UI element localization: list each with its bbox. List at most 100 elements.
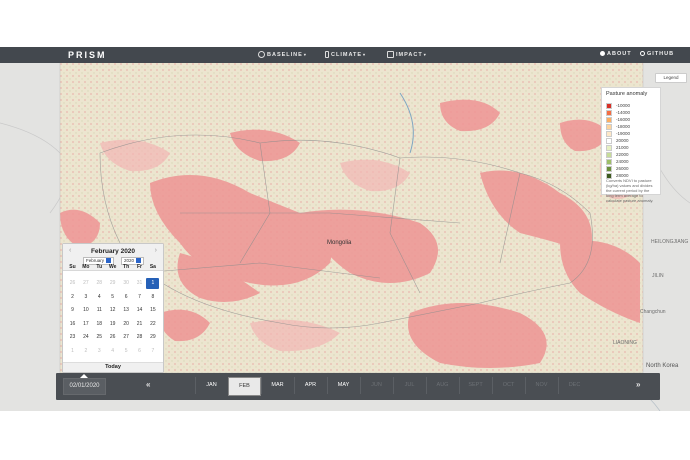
calendar-day[interactable]: 7 [133,292,146,303]
legend-swatch [606,151,612,158]
timeline-month-sept[interactable]: SEPT [459,377,491,394]
calendar-day[interactable]: 2 [79,346,92,357]
calendar-day[interactable]: 23 [66,332,79,343]
about-link[interactable]: ABOUT [600,51,632,57]
legend-item-label: -18000 [616,124,631,129]
calendar-day[interactable]: 8 [146,292,159,303]
map-label-heilongjiang: HEILONGJIANG [651,239,689,245]
calendar-day[interactable]: 27 [79,278,92,289]
timeline-month-mar[interactable]: MAR [261,377,293,394]
calendar-day[interactable]: 24 [79,332,92,343]
calendar-day[interactable]: 1 [66,346,79,357]
legend-title: Pasture anomaly [606,91,648,97]
calendar-day[interactable]: 21 [133,319,146,330]
calendar-day[interactable]: 4 [93,292,106,303]
timeline-next-button[interactable]: » [636,380,640,389]
timeline-month-dec[interactable]: DEC [558,377,590,394]
calendar-day[interactable]: 14 [133,305,146,316]
calendar-day[interactable]: 9 [66,305,79,316]
github-label: GITHUB [647,51,675,57]
map-label-jilin: JILIN [652,273,664,279]
next-month-button[interactable]: › [155,247,157,254]
spinner-icon [136,258,142,264]
chevron-down-icon: ▾ [303,51,307,57]
calendar-day[interactable]: 11 [93,305,106,316]
legend-item: -16000 [606,116,630,123]
map-label-changchun: Changchun [640,309,666,315]
legend-item-label: -16000 [616,117,631,122]
legend-toggle-label: Legend [663,75,679,80]
impact-icon [387,51,394,58]
baseline-menu[interactable]: BASELINE▾ [258,51,307,58]
date-input[interactable]: 02/01/2020 [63,374,106,395]
legend-item: 22000 [606,151,630,158]
legend-item-label: 24000 [616,159,629,164]
calendar-day[interactable]: 26 [106,332,119,343]
map-label-mongolia: Mongolia [327,240,352,246]
calendar-day[interactable]: 28 [133,332,146,343]
legend-toggle-button[interactable]: Legend [655,73,687,83]
timeline-month-jul[interactable]: JUL [393,377,425,394]
timeline-month-apr[interactable]: APR [294,377,326,394]
brand-logo[interactable]: PRISM [68,50,107,60]
calendar-day[interactable]: 10 [79,305,92,316]
calendar-day[interactable]: 28 [93,278,106,289]
github-icon [640,51,645,57]
calendar-day[interactable]: 2 [66,292,79,303]
map-label-north-korea: North Korea [646,363,679,369]
timeline-month-feb[interactable]: FEB [228,377,261,396]
calendar-day[interactable]: 13 [120,305,133,316]
baseline-menu-label: BASELINE [267,51,303,58]
calendar-day[interactable]: 5 [106,292,119,303]
timeline-month-may[interactable]: MAY [327,377,359,394]
timeline-prev-button[interactable]: « [146,380,150,389]
timeline-month-aug[interactable]: AUG [426,377,458,394]
weekday-label: We [108,264,117,270]
legend-item-label: 26000 [616,166,629,171]
info-icon [600,51,605,57]
calendar-day[interactable]: 26 [66,278,79,289]
timeline-month-nov[interactable]: NOV [525,377,557,394]
calendar-day[interactable]: 29 [106,278,119,289]
legend-swatch [606,102,612,109]
calendar-day[interactable]: 19 [106,319,119,330]
legend-swatch [606,158,612,165]
impact-menu[interactable]: IMPACT▾ [387,51,427,58]
calendar-day[interactable]: 25 [93,332,106,343]
calendar-day[interactable]: 15 [146,305,159,316]
timeline-month-jan[interactable]: JAN [195,377,227,394]
legend-swatch [606,123,612,130]
calendar-day[interactable]: 1 [146,278,160,289]
calendar-day[interactable]: 18 [93,319,106,330]
calendar-day[interactable]: 29 [146,332,159,343]
calendar-day[interactable]: 5 [120,346,133,357]
map-label-liaoning: LIAONING [613,340,637,346]
timeline-month-oct[interactable]: OCT [492,377,524,394]
calendar-day[interactable]: 6 [133,346,146,357]
timeline-month-jun[interactable]: JUN [360,377,392,394]
legend-item-label: -14000 [616,110,631,115]
calendar-day[interactable]: 12 [106,305,119,316]
calendar-day[interactable]: 17 [79,319,92,330]
top-navbar: PRISM BASELINE▾ CLIMATE▾ IMPACT▾ ABOUT G… [0,47,690,63]
calendar-day[interactable]: 3 [93,346,106,357]
calendar-day[interactable]: 6 [120,292,133,303]
legend-item: 20000 [606,137,630,144]
legend-swatch [606,130,612,137]
calendar-day[interactable]: 30 [120,278,133,289]
globe-icon [258,51,265,58]
calendar-day[interactable]: 4 [106,346,119,357]
calendar-day[interactable]: 3 [79,292,92,303]
calendar-day[interactable]: 7 [146,346,159,357]
weekday-label: Tu [96,264,103,270]
calendar-day[interactable]: 20 [120,319,133,330]
calendar-day[interactable]: 27 [120,332,133,343]
legend-item: -18000 [606,123,630,130]
about-label: ABOUT [607,51,632,57]
climate-menu[interactable]: CLIMATE▾ [325,51,366,58]
calendar-day[interactable]: 31 [133,278,146,289]
calendar-day[interactable]: 16 [66,319,79,330]
calendar-day[interactable]: 22 [146,319,159,330]
today-button[interactable]: Today [63,362,163,372]
github-link[interactable]: GITHUB [640,51,674,57]
